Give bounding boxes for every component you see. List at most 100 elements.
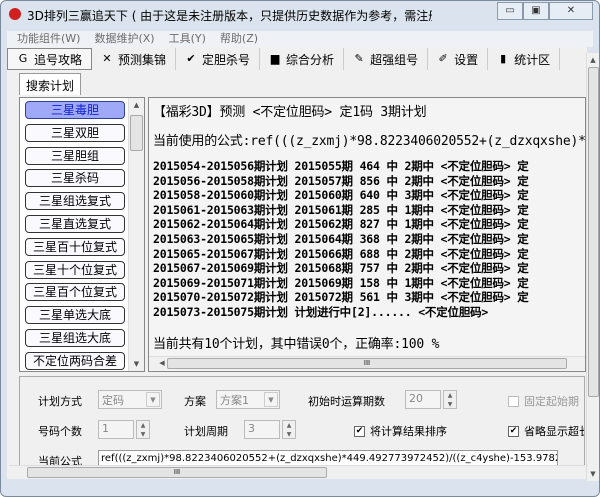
scheme-label: 方案 [184,395,206,408]
fixed-start-label: 固定起始期 [524,395,579,408]
scheme-select[interactable]: 方案1 ▼ [216,390,280,409]
close-button[interactable]: ✕ [549,2,593,20]
plan-button[interactable]: 三星杀码 [25,169,125,188]
toolbar-stats-button[interactable]: ▮ 统计区 [488,48,561,70]
omit-label: 省略显示超长 [524,425,585,438]
checkbox-checked-icon: ✔ [508,425,519,437]
scroll-up-icon[interactable]: ▲ [129,101,144,109]
plan-result-row: 2015073-2015075期计划 计划进行中[2]...... <不定位胆码… [153,305,489,319]
content-hscrollbar[interactable]: ◀ III [149,356,585,370]
omit-checkbox[interactable]: ✔ 省略显示超长 [508,423,585,439]
fixed-start-checkbox[interactable]: 固定起始期 [508,393,579,409]
plan-button[interactable]: 三星胆组 [25,146,125,165]
count-label: 号码个数 [38,425,82,438]
sort-label: 将计算结果排序 [370,425,447,438]
window-vscrollbar[interactable]: ▲ ▼ [586,53,599,481]
plan-result-row: 2015058-2015060期计划 2015060期 640 中 3期中 <不… [153,188,529,203]
scroll-thumb[interactable]: III [167,358,567,369]
minimize-button[interactable]: ▭ [497,2,523,20]
plan-button[interactable]: 三星组选复式 [25,192,125,211]
plan-button[interactable]: 三星直选复式 [25,215,125,233]
plan-result-row: 2015063-2015065期计划 2015064期 368 中 2期中 <不… [153,232,529,246]
maximize-button[interactable]: ▣ [523,2,549,20]
menu-data[interactable]: 数据维护(X) [94,31,154,47]
title-bar: 3D排列三赢追天下 ( 由于这是未注册版本，只提供历史数据作为参考，需注册后才能… [1,1,599,29]
plan-button[interactable]: 三星十个位复式 [25,260,125,279]
toolbar-label: 统计区 [514,52,551,67]
plan-button[interactable]: 三星百十位复式 [25,237,125,256]
plan-result-row: 2015067-2015069期计划 2015068期 757 中 2期中 <不… [153,261,529,276]
pencil-icon: ✐ [438,52,448,65]
count-value: 1 [102,422,109,435]
plan-list-scrollbar[interactable]: ▲ ▼ [128,98,144,371]
scroll-down-icon[interactable]: ▼ [587,470,599,478]
plan-result-row: 2015061-2015063期计划 2015061期 285 中 1期中 <不… [153,202,529,217]
plan-button[interactable]: 三星单选大底 [25,306,125,325]
plan-method-value: 定码 [102,394,124,407]
plan-button[interactable]: 三星毒胆 [25,101,125,119]
cycle-spinner[interactable]: 3 ▲ ▼ [244,420,296,439]
plan-result-row: 2015069-2015071期计划 2015069期 158 中 1期中 <不… [153,275,529,290]
plan-result-row: 2015054-2015056期计划 2015055期 464 中 2期中 <不… [153,159,529,173]
toolbar-pencil-button[interactable]: ✐ 设置 [428,48,489,70]
tab-search-plan[interactable]: 搜索计划 [19,73,82,95]
menu-tools[interactable]: 工具(Y) [169,31,206,47]
toolbar-label: 预测集锦 [118,52,167,67]
toolbar-tools-button[interactable]: ✎ 超强组号 [344,48,429,70]
plan-result-row: 2015062-2015064期计划 2015062期 827 中 1期中 <不… [153,217,529,232]
toolbar-label: 追号攻略 [34,52,83,67]
menu-help[interactable]: 帮助(Z) [220,31,258,47]
toolbar: G 追号攻略 ✕ 预测集锦 ✔ 定胆杀号 ▆ 综合分析 ✎ 超强组号 ✐ 设置 ▮ 统计区 [7,47,587,71]
tools-icon: ✎ [354,52,364,65]
scroll-down-icon[interactable]: ▼ [129,360,144,368]
scroll-thumb[interactable] [130,115,143,151]
spin-arrows-icon[interactable]: ▲ ▼ [443,390,457,409]
check-icon: ✔ [186,52,196,65]
window-hscrollbar[interactable]: III [9,465,585,479]
initial-periods-label: 初始时运算期数 [308,395,385,408]
bar-chart-icon: ▆ [270,52,280,65]
initial-periods-spinner[interactable]: 20 ▲ ▼ [405,390,457,409]
menu-bar: 功能组件(W) 数据维护(X) 工具(Y) 帮助(Z) [7,31,593,47]
window-title: 3D排列三赢追天下 ( 由于这是未注册版本，只提供历史数据作为参考，需注册后才能… [27,9,432,23]
plan-method-label: 计划方式 [38,395,82,408]
scheme-value: 方案1 [220,394,249,407]
toolbar-check-button[interactable]: ✔ 定胆杀号 [176,48,261,70]
scroll-up-icon[interactable]: ▲ [587,56,599,64]
toolbar-bar-chart-button[interactable]: ▆ 综合分析 [260,48,345,70]
plan-list: ▲ ▼ 三星毒胆三星双胆三星胆组三星杀码三星组选复式 三星直选复式 三星百十位复式三… [19,97,145,372]
plan-button[interactable]: 三星百个位复式 [25,283,125,302]
stats-icon: ▮ [500,52,507,65]
plan-result-row: 2015070-2015072期计划 2015072期 561 中 3期中 <不… [153,290,529,305]
result-header: 【福彩3D】预测 <不定位胆码> 定1码 3期计划 [153,105,427,120]
menu-functions[interactable]: 功能组件(W) [17,31,80,47]
toolbar-label: 设置 [454,52,479,67]
count-spinner[interactable]: 1 ▲ ▼ [98,420,150,439]
plan-result-row: 2015056-2015058期计划 2015057期 856 中 2期中 <不… [153,173,529,188]
plan-result-row: 2015065-2015067期计划 2015066期 688 中 2期中 <不… [153,246,529,261]
chart-icon: ✕ [102,52,112,65]
plan-button[interactable]: 三星双胆 [25,123,125,142]
toolbar-label: 综合分析 [286,52,335,67]
checkbox-checked-icon: ✔ [354,425,365,437]
spin-arrows-icon[interactable]: ▲ ▼ [282,420,296,439]
scroll-thumb[interactable]: III [27,467,327,478]
toolbar-refresh-button[interactable]: G 追号攻略 [7,48,93,70]
result-summary: 当前共有10个计划，其中错误0个，正确率:100 % [153,337,440,352]
app-icon [9,8,21,20]
plan-button[interactable]: 三星组选大底 [25,329,125,347]
refresh-icon: G [18,52,28,65]
cycle-value: 3 [248,422,255,435]
settings-panel: 计划方式 定码 ▼ 方案 方案1 ▼ 初始时运算期数 20 ▲ ▼ 固定起始期 号码个数… [19,376,585,468]
plan-button[interactable]: 不定位两码合差 [25,351,125,370]
plan-method-select[interactable]: 定码 ▼ [98,390,162,409]
spin-arrows-icon[interactable]: ▲ ▼ [136,420,150,439]
app-window: 3D排列三赢追天下 ( 由于这是未注册版本，只提供历史数据作为参考，需注册后才能… [0,0,600,497]
scroll-thumb[interactable] [588,67,599,397]
toolbar-chart-button[interactable]: ✕ 预测集锦 [92,48,177,70]
client-area: 搜索计划 ▲ ▼ 三星毒胆三星双胆三星胆组三星杀码三星组选复式 三星直选复式 三星百… [7,71,587,479]
toolbar-label: 超强组号 [370,52,419,67]
chevron-down-icon: ▼ [264,392,278,407]
sort-checkbox[interactable]: ✔ 将计算结果排序 [354,423,447,439]
plan-results: 【福彩3D】预测 <不定位胆码> 定1码 3期计划 当前使用的公式:ref(((… [148,97,586,372]
